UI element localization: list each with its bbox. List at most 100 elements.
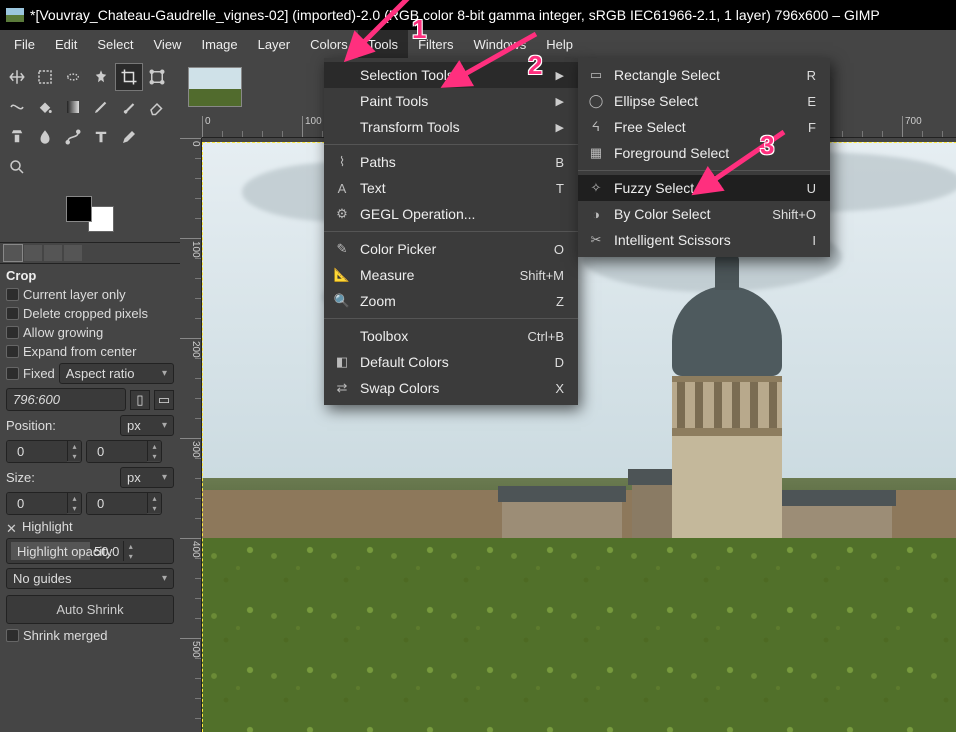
position-unit-select[interactable]: px▾	[120, 415, 174, 436]
menu-windows[interactable]: Windows	[463, 30, 536, 58]
menu-item-accel: E	[807, 94, 816, 109]
position-x-input[interactable]: 0▴▾	[6, 440, 82, 463]
chevron-down-icon: ▾	[162, 573, 167, 584]
position-y-input[interactable]: 0▴▾	[86, 440, 162, 463]
menu-item-rectangle-select[interactable]: ▭Rectangle SelectR	[578, 62, 830, 88]
menu-item-default-colors[interactable]: ◧Default ColorsD	[324, 349, 578, 375]
tool-options-tab-icon[interactable]	[4, 245, 22, 261]
menu-item-icon: ▭	[588, 67, 604, 83]
menu-item-ellipse-select[interactable]: ◯Ellipse SelectE	[578, 88, 830, 114]
menu-item-label: Text	[360, 180, 546, 196]
image-thumbnail[interactable]	[188, 67, 242, 107]
menu-item-free-select[interactable]: ᔦFree SelectF	[578, 114, 830, 140]
menu-layer[interactable]: Layer	[248, 30, 301, 58]
spin-down-icon[interactable]: ▾	[67, 451, 81, 461]
device-status-tab-icon[interactable]	[24, 245, 42, 261]
images-tab-icon[interactable]	[64, 245, 82, 261]
eraser-tool-icon[interactable]	[144, 94, 170, 120]
menu-item-accel: D	[555, 355, 564, 370]
menu-view[interactable]: View	[144, 30, 192, 58]
menu-item-accel: I	[812, 233, 816, 248]
menu-edit[interactable]: Edit	[45, 30, 87, 58]
menu-item-intelligent-scissors[interactable]: ✂Intelligent ScissorsI	[578, 227, 830, 253]
menu-bar: FileEditSelectViewImageLayerColorsToolsF…	[0, 30, 956, 58]
menu-item-paths[interactable]: ⌇PathsB	[324, 149, 578, 175]
spin-up-icon[interactable]: ▴	[123, 541, 137, 551]
menu-item-gegl-operation-[interactable]: ⚙GEGL Operation...	[324, 201, 578, 227]
spin-up-icon[interactable]: ▴	[147, 441, 161, 451]
checkbox-fixed[interactable]	[6, 367, 19, 380]
gradient-tool-icon[interactable]	[60, 94, 86, 120]
menu-item-swap-colors[interactable]: ⇄Swap ColorsX	[324, 375, 578, 401]
clone-tool-icon[interactable]	[4, 124, 30, 150]
vertical-ruler[interactable]: 0100200300400500600	[180, 138, 202, 732]
menu-item-foreground-select[interactable]: ▦Foreground Select	[578, 140, 830, 166]
menu-tools[interactable]: Tools	[358, 30, 408, 58]
menu-item-label: Toolbox	[360, 328, 518, 344]
position-unit-value: px	[127, 418, 141, 433]
auto-shrink-button[interactable]: Auto Shrink	[6, 595, 174, 624]
menu-item-accel: Shift+M	[520, 268, 564, 283]
close-icon[interactable]: ✕	[6, 521, 18, 533]
move-tool-icon[interactable]	[4, 64, 30, 90]
checkbox-expand-center[interactable]	[6, 345, 19, 358]
ruler-tick: 100	[180, 238, 201, 258]
spin-down-icon[interactable]: ▾	[67, 503, 81, 513]
menu-item-measure[interactable]: 📐MeasureShift+M	[324, 262, 578, 288]
highlight-opacity-slider[interactable]: Highlight opacity 50.0 ▴▾	[6, 538, 174, 564]
menu-file[interactable]: File	[4, 30, 45, 58]
menu-item-text[interactable]: ATextT	[324, 175, 578, 201]
orientation-portrait-icon[interactable]: ▯	[130, 390, 150, 410]
color-picker-tool-icon[interactable]	[116, 124, 142, 150]
warp-tool-icon[interactable]	[4, 94, 30, 120]
orientation-landscape-icon[interactable]: ▭	[154, 390, 174, 410]
paintbrush-tool-icon[interactable]	[116, 94, 142, 120]
pencil-tool-icon[interactable]	[88, 94, 114, 120]
guides-select[interactable]: No guides▾	[6, 568, 174, 589]
bucket-fill-tool-icon[interactable]	[32, 94, 58, 120]
menu-item-color-picker[interactable]: ✎Color PickerO	[324, 236, 578, 262]
fixed-mode-select[interactable]: Aspect ratio▾	[59, 363, 174, 384]
spin-down-icon[interactable]: ▾	[147, 451, 161, 461]
smudge-tool-icon[interactable]	[32, 124, 58, 150]
fixed-value-input[interactable]: 796:600	[6, 388, 126, 411]
spin-up-icon[interactable]: ▴	[147, 493, 161, 503]
checkbox-current-layer[interactable]	[6, 288, 19, 301]
menu-item-by-color-select[interactable]: ◑By Color SelectShift+O	[578, 201, 830, 227]
size-h-input[interactable]: 0▴▾	[86, 492, 162, 515]
menu-item-fuzzy-select[interactable]: ✧Fuzzy SelectU	[578, 175, 830, 201]
free-select-tool-icon[interactable]	[60, 64, 86, 90]
checkbox-shrink-merged[interactable]	[6, 629, 19, 642]
transform-tool-icon[interactable]	[144, 64, 170, 90]
submenu-caret-icon: ▶	[556, 69, 564, 82]
menu-help[interactable]: Help	[536, 30, 583, 58]
menu-select[interactable]: Select	[87, 30, 143, 58]
menu-item-paint-tools[interactable]: Paint Tools▶	[324, 88, 578, 114]
text-tool-icon[interactable]	[88, 124, 114, 150]
size-w-input[interactable]: 0▴▾	[6, 492, 82, 515]
color-swatches[interactable]	[0, 190, 180, 242]
zoom-tool-icon[interactable]	[4, 154, 30, 180]
ruler-tick: 200	[180, 338, 201, 358]
menu-item-label: Selection Tools	[360, 67, 546, 83]
checkbox-delete-cropped[interactable]	[6, 307, 19, 320]
label-current-layer: Current layer only	[23, 287, 126, 302]
crop-tool-icon[interactable]	[116, 64, 142, 90]
spin-up-icon[interactable]: ▴	[67, 441, 81, 451]
undo-history-tab-icon[interactable]	[44, 245, 62, 261]
spin-up-icon[interactable]: ▴	[67, 493, 81, 503]
rect-select-tool-icon[interactable]	[32, 64, 58, 90]
menu-item-icon: ✂	[588, 232, 604, 248]
menu-item-toolbox[interactable]: ToolboxCtrl+B	[324, 323, 578, 349]
menu-colors[interactable]: Colors	[300, 30, 358, 58]
spin-down-icon[interactable]: ▾	[147, 503, 161, 513]
path-tool-icon[interactable]	[60, 124, 86, 150]
menu-item-transform-tools[interactable]: Transform Tools▶	[324, 114, 578, 140]
menu-image[interactable]: Image	[191, 30, 247, 58]
checkbox-allow-growing[interactable]	[6, 326, 19, 339]
fg-color-swatch[interactable]	[66, 196, 92, 222]
menu-item-zoom[interactable]: 🔍ZoomZ	[324, 288, 578, 314]
size-unit-select[interactable]: px▾	[120, 467, 174, 488]
fuzzy-select-tool-icon[interactable]	[88, 64, 114, 90]
spin-down-icon[interactable]: ▾	[123, 551, 137, 561]
